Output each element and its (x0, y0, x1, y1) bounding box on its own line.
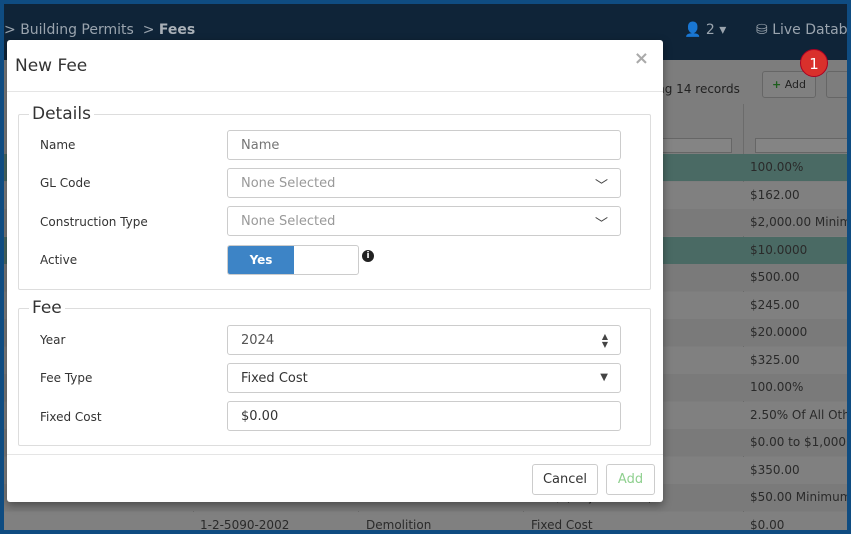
breadcrumb: > Building Permits > Fees (4, 22, 196, 38)
chevron-down-icon: ▼ (600, 372, 608, 383)
fee-type-label: Fee Type (40, 371, 93, 385)
table-row[interactable]: 1-2-5090-2002 Demolition Fixed Cost $0.00 (4, 511, 847, 531)
table-cell: $50.00 Minimum (750, 490, 847, 504)
refresh-button[interactable] (826, 71, 847, 98)
breadcrumb-fees: Fees (158, 22, 196, 38)
table-cell: $0.00 (750, 517, 785, 531)
chevron-down-icon: ﹀ (594, 217, 608, 232)
info-icon[interactable]: i (362, 250, 374, 262)
gl-code-select[interactable]: None Selected ﹀ (227, 168, 621, 198)
spinner-icon[interactable]: ▲ ▼ (602, 333, 608, 349)
dialog-header: New Fee × (7, 40, 663, 92)
database-label: Live Databa (772, 22, 847, 38)
fixed-cost-value: $0.00 (241, 409, 279, 424)
database-icon: ⛁ (756, 22, 768, 38)
database-menu[interactable]: ⛁ Live Databa (756, 22, 847, 38)
table-cell: Demolition (366, 517, 432, 531)
table-cell: 100.00% (750, 380, 804, 394)
plus-icon: + (771, 78, 782, 91)
construction-type-label: Construction Type (40, 215, 148, 229)
active-yes-button[interactable]: Yes (228, 246, 294, 274)
active-no-button[interactable]: No (228, 274, 294, 275)
fixed-cost-label: Fixed Cost (40, 410, 102, 424)
user-icon: 👤 (684, 22, 702, 38)
gl-code-value: None Selected (241, 176, 336, 191)
details-legend: Details (32, 104, 91, 124)
table-cell: Fixed Cost (531, 517, 593, 531)
user-count: 2 (705, 22, 715, 38)
fee-type-select[interactable]: Fixed Cost ▼ (227, 363, 621, 393)
year-label: Year (40, 333, 66, 347)
gl-code-label: GL Code (40, 176, 91, 190)
table-cell: $10.0000 (750, 242, 808, 257)
breadcrumb-building-permits[interactable]: Building Permits (20, 22, 134, 38)
table-cell: 1-2-5090-2002 (200, 517, 290, 531)
dialog-title: New Fee (15, 56, 88, 76)
fee-legend: Fee (32, 298, 62, 318)
add-fee-label: Add (784, 78, 806, 91)
fee-type-value: Fixed Cost (241, 371, 308, 386)
add-button[interactable]: Add (606, 464, 655, 495)
table-cell: $2,000.00 Minimu (750, 215, 847, 229)
step-badge: 1 (800, 49, 828, 77)
app-window: > Building Permits > Fees 👤 2 ▾ ⛁ Live D… (4, 4, 847, 530)
construction-type-value: None Selected (241, 214, 336, 229)
table-cell: 2.50% Of All Othe (750, 407, 847, 422)
dialog-footer: Cancel Add (7, 454, 663, 502)
chevron-down-icon: ﹀ (594, 179, 608, 194)
table-cell: $20.0000 (750, 325, 808, 339)
table-cell: $325.00 (750, 352, 800, 367)
active-toggle: Yes No (227, 245, 359, 275)
fixed-cost-input[interactable]: $0.00 (227, 401, 621, 431)
year-input[interactable]: 2024 ▲ ▼ (227, 325, 621, 355)
users-menu[interactable]: 👤 2 ▾ (684, 22, 726, 38)
year-value: 2024 (241, 333, 275, 348)
name-input[interactable] (227, 130, 621, 160)
construction-type-select[interactable]: None Selected ﹀ (227, 206, 621, 236)
cancel-button[interactable]: Cancel (532, 464, 598, 495)
table-cell: $350.00 (750, 462, 800, 477)
table-cell: 100.00% (750, 160, 804, 174)
new-fee-dialog: New Fee × Details Name GL Code None Sele… (7, 40, 663, 502)
table-cell: $0.00 to $1,000.0 (750, 435, 847, 449)
active-label: Active (40, 253, 78, 267)
table-cell: $245.00 (750, 297, 800, 312)
table-cell: $500.00 (750, 270, 800, 284)
table-cell: $162.00 (750, 187, 800, 202)
close-icon[interactable]: × (634, 48, 649, 69)
filter-input[interactable] (755, 138, 847, 153)
name-label: Name (40, 138, 76, 152)
